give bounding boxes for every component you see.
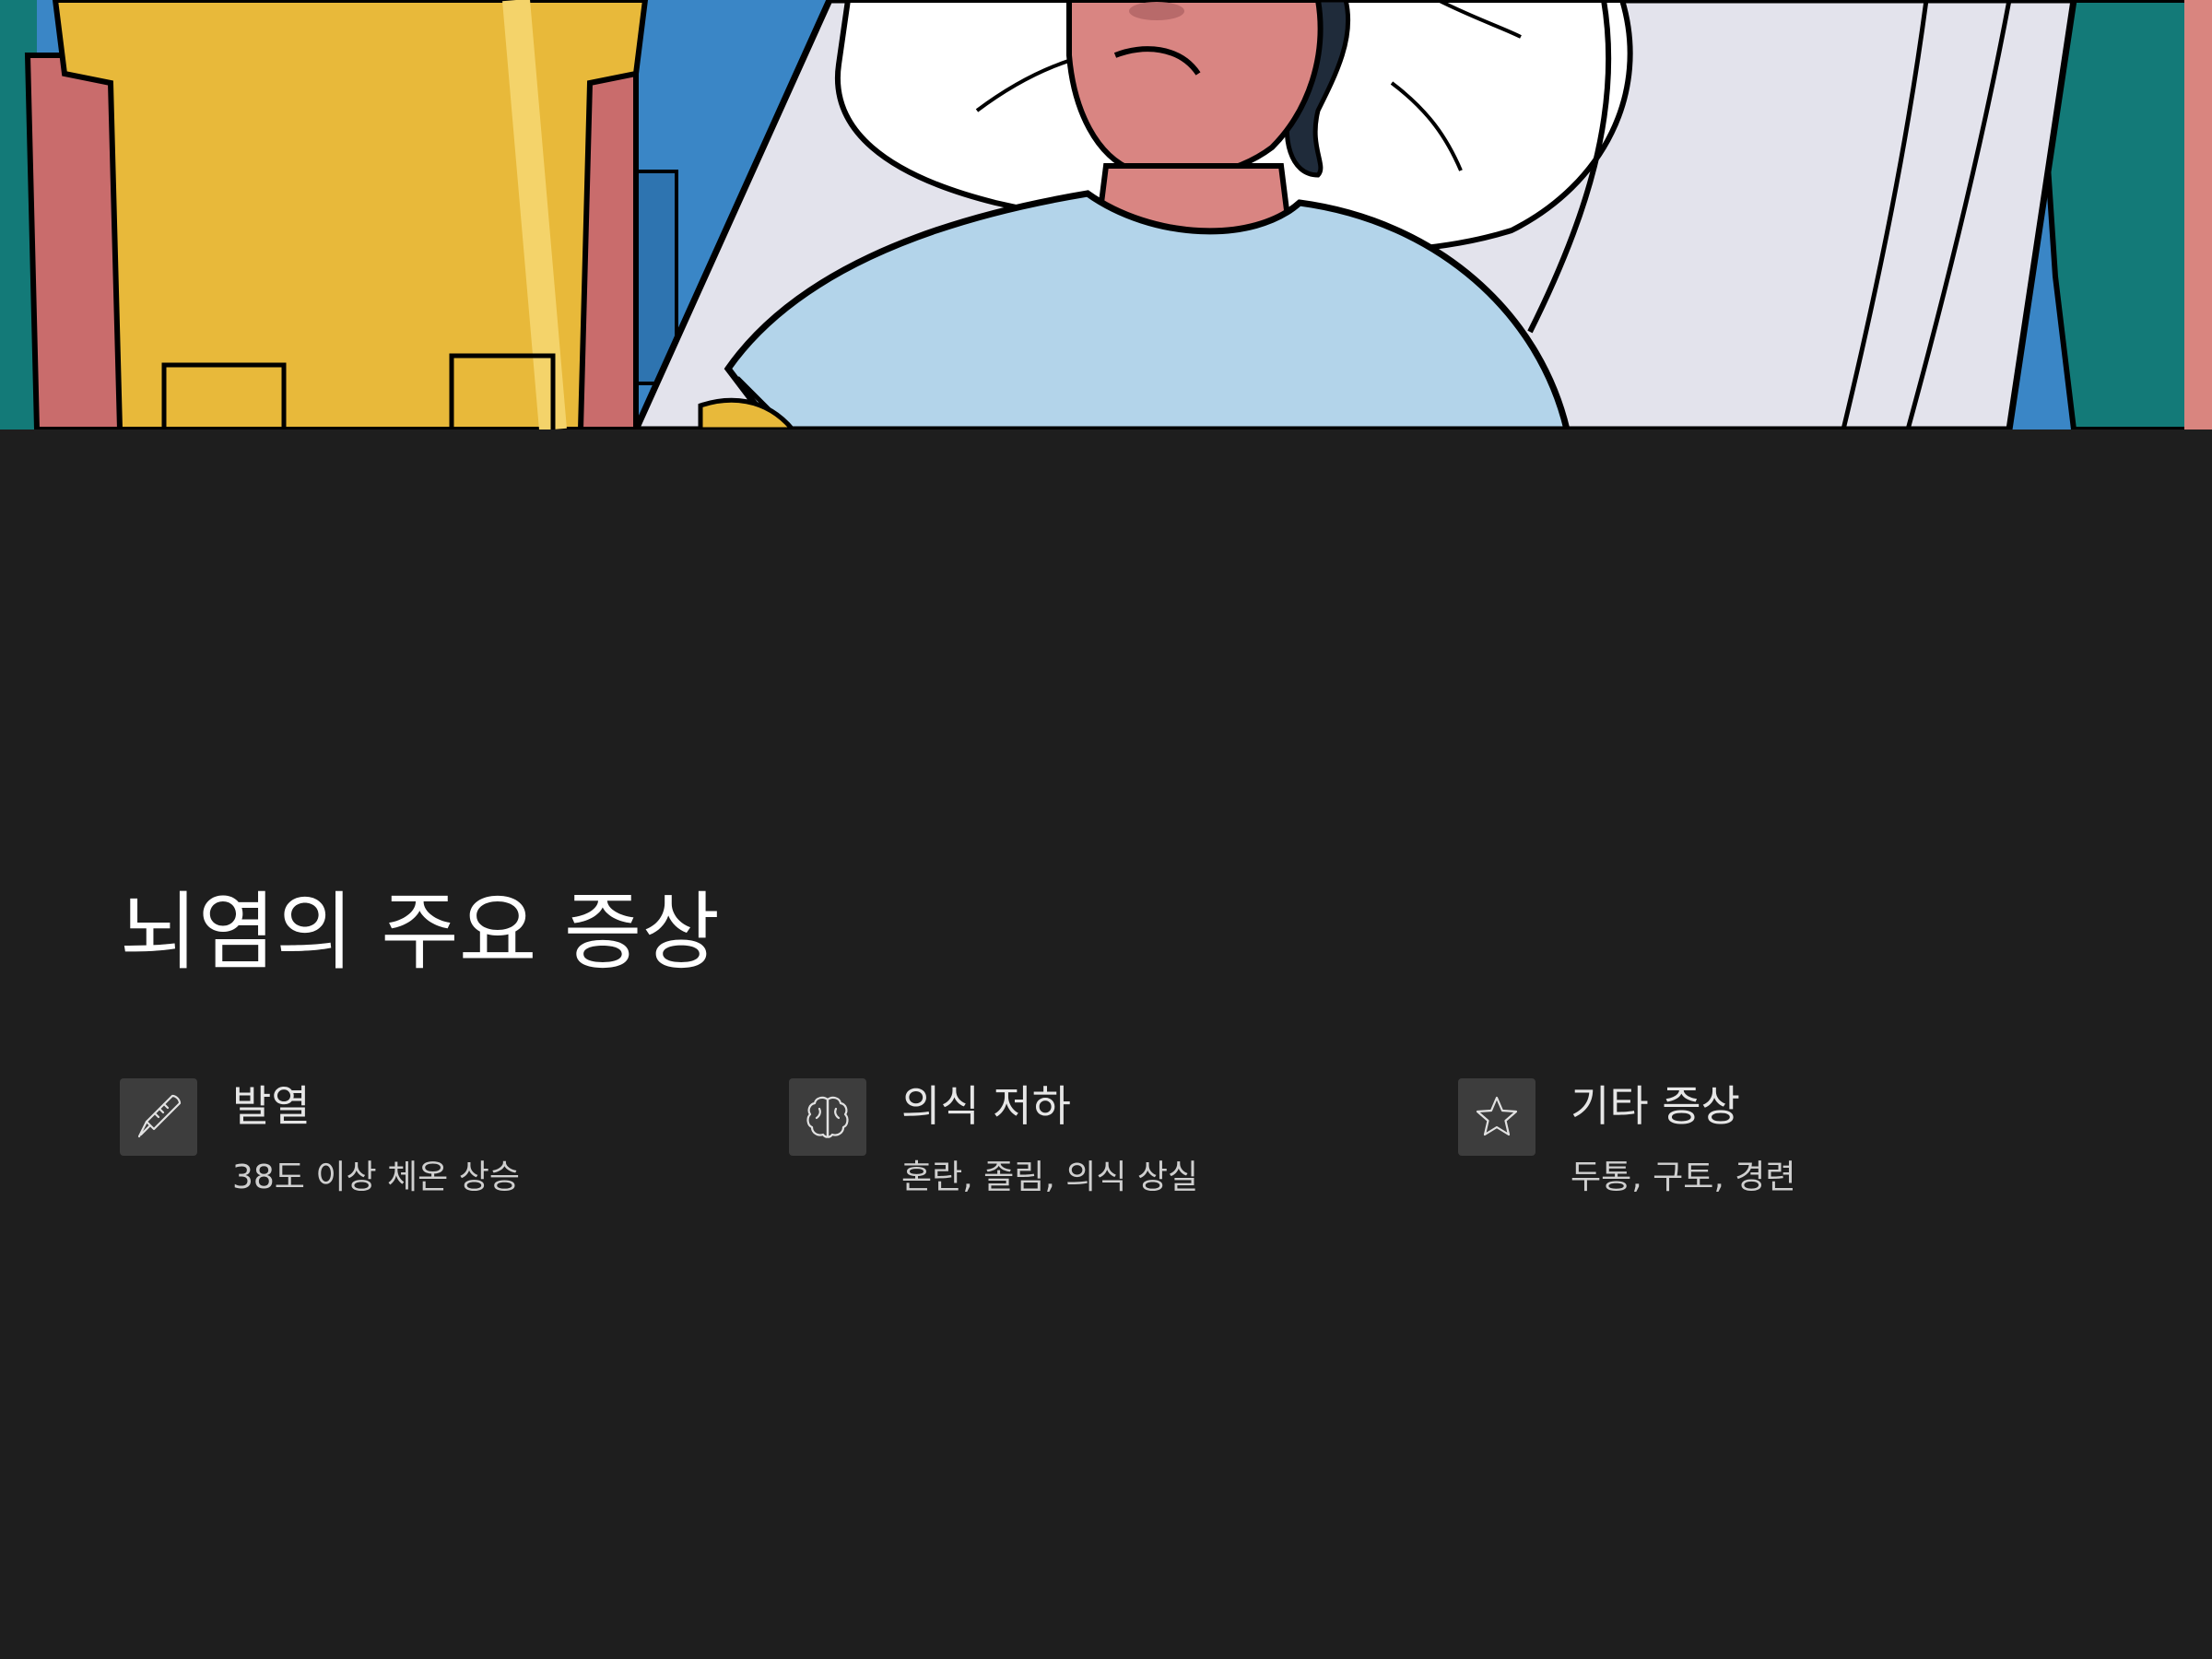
hero-illustration [0,0,2212,429]
symptom-title: 발열 [232,1081,311,1131]
symptom-description: 38도 이상 체온 상승 [232,1159,520,1196]
brain-icon [789,1078,866,1156]
star-icon [1458,1078,1535,1156]
symptom-card-other: 기타 증상 두통, 구토, 경련 [1458,1078,2085,1226]
slide: 뇌염의 주요 증상 발열 38도 이상 체온 상승 의식 저하 혼란, 졸림, … [0,0,2212,1659]
symptom-title: 의식 저하 [901,1081,1071,1131]
symptom-title: 기타 증상 [1571,1081,1740,1131]
symptom-description: 혼란, 졸림, 의식 상실 [901,1159,1199,1196]
symptom-card-consciousness: 의식 저하 혼란, 졸림, 의식 상실 [789,1078,1416,1226]
symptom-card-fever: 발열 38도 이상 체온 상승 [120,1078,747,1226]
symptom-description: 두통, 구토, 경련 [1571,1159,1796,1196]
slide-title: 뇌염의 주요 증상 [120,883,720,982]
thermometer-icon [120,1078,197,1156]
